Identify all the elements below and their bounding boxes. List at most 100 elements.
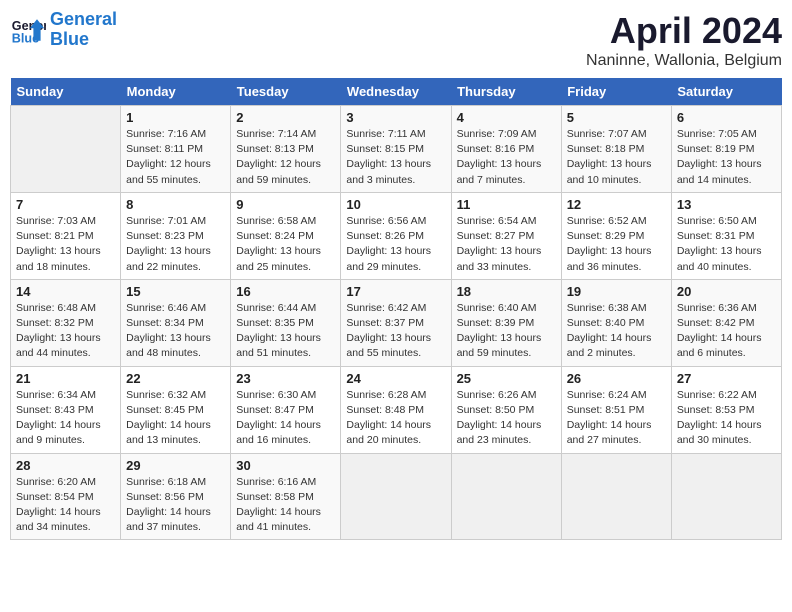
day-info: Sunrise: 6:30 AM Sunset: 8:47 PM Dayligh… <box>236 388 335 449</box>
day-number: 21 <box>16 371 115 386</box>
day-number: 4 <box>457 110 556 125</box>
subtitle: Naninne, Wallonia, Belgium <box>586 52 782 70</box>
day-info: Sunrise: 7:03 AM Sunset: 8:21 PM Dayligh… <box>16 214 115 275</box>
day-info: Sunrise: 6:56 AM Sunset: 8:26 PM Dayligh… <box>346 214 445 275</box>
day-info: Sunrise: 6:44 AM Sunset: 8:35 PM Dayligh… <box>236 301 335 362</box>
day-number: 2 <box>236 110 335 125</box>
calendar-cell: 5 Sunrise: 7:07 AM Sunset: 8:18 PM Daylig… <box>561 106 671 193</box>
day-number: 22 <box>126 371 225 386</box>
day-info: Sunrise: 7:01 AM Sunset: 8:23 PM Dayligh… <box>126 214 225 275</box>
logo: General Blue GeneralBlue <box>10 10 117 50</box>
calendar-cell: 16 Sunrise: 6:44 AM Sunset: 8:35 PM Dayli… <box>231 279 341 366</box>
day-header-sunday: Sunday <box>11 78 121 106</box>
day-number: 27 <box>677 371 776 386</box>
calendar-cell: 15 Sunrise: 6:46 AM Sunset: 8:34 PM Dayli… <box>121 279 231 366</box>
calendar-cell: 19 Sunrise: 6:38 AM Sunset: 8:40 PM Dayli… <box>561 279 671 366</box>
day-number: 25 <box>457 371 556 386</box>
title-area: April 2024 Naninne, Wallonia, Belgium <box>586 10 782 70</box>
day-info: Sunrise: 6:38 AM Sunset: 8:40 PM Dayligh… <box>567 301 666 362</box>
week-row-2: 7Sunrise: 7:03 AM Sunset: 8:21 PM Daylig… <box>11 192 782 279</box>
calendar-cell: 28Sunrise: 6:20 AM Sunset: 8:54 PM Dayli… <box>11 453 121 540</box>
day-info: Sunrise: 6:50 AM Sunset: 8:31 PM Dayligh… <box>677 214 776 275</box>
calendar-cell: 8Sunrise: 7:01 AM Sunset: 8:23 PM Daylig… <box>121 192 231 279</box>
day-info: Sunrise: 7:14 AM Sunset: 8:13 PM Dayligh… <box>236 127 335 188</box>
day-number: 30 <box>236 458 335 473</box>
calendar-cell: 12 Sunrise: 6:52 AM Sunset: 8:29 PM Dayli… <box>561 192 671 279</box>
day-info: Sunrise: 7:07 AM Sunset: 8:18 PM Dayligh… <box>567 127 666 188</box>
day-info: Sunrise: 6:42 AM Sunset: 8:37 PM Dayligh… <box>346 301 445 362</box>
day-info: Sunrise: 7:09 AM Sunset: 8:16 PM Dayligh… <box>457 127 556 188</box>
calendar-cell: 4 Sunrise: 7:09 AM Sunset: 8:16 PM Daylig… <box>451 106 561 193</box>
day-number: 18 <box>457 284 556 299</box>
day-info: Sunrise: 6:28 AM Sunset: 8:48 PM Dayligh… <box>346 388 445 449</box>
calendar-cell: 14Sunrise: 6:48 AM Sunset: 8:32 PM Dayli… <box>11 279 121 366</box>
day-number: 19 <box>567 284 666 299</box>
day-info: Sunrise: 6:26 AM Sunset: 8:50 PM Dayligh… <box>457 388 556 449</box>
day-number: 12 <box>567 197 666 212</box>
day-number: 11 <box>457 197 556 212</box>
calendar-header-row: SundayMondayTuesdayWednesdayThursdayFrid… <box>11 78 782 106</box>
main-title: April 2024 <box>586 10 782 52</box>
day-number: 6 <box>677 110 776 125</box>
day-info: Sunrise: 6:36 AM Sunset: 8:42 PM Dayligh… <box>677 301 776 362</box>
day-info: Sunrise: 6:16 AM Sunset: 8:58 PM Dayligh… <box>236 475 335 536</box>
day-header-monday: Monday <box>121 78 231 106</box>
calendar-cell: 24 Sunrise: 6:28 AM Sunset: 8:48 PM Dayli… <box>341 366 451 453</box>
calendar-cell <box>11 106 121 193</box>
calendar-cell: 23 Sunrise: 6:30 AM Sunset: 8:47 PM Dayli… <box>231 366 341 453</box>
calendar-cell: 2 Sunrise: 7:14 AM Sunset: 8:13 PM Daylig… <box>231 106 341 193</box>
day-header-thursday: Thursday <box>451 78 561 106</box>
day-info: Sunrise: 6:40 AM Sunset: 8:39 PM Dayligh… <box>457 301 556 362</box>
day-number: 3 <box>346 110 445 125</box>
day-number: 9 <box>236 197 335 212</box>
calendar-cell: 27 Sunrise: 6:22 AM Sunset: 8:53 PM Dayli… <box>671 366 781 453</box>
calendar-cell: 20 Sunrise: 6:36 AM Sunset: 8:42 PM Dayli… <box>671 279 781 366</box>
day-number: 23 <box>236 371 335 386</box>
day-number: 5 <box>567 110 666 125</box>
day-info: Sunrise: 6:48 AM Sunset: 8:32 PM Dayligh… <box>16 301 115 362</box>
week-row-1: 1Sunrise: 7:16 AM Sunset: 8:11 PM Daylig… <box>11 106 782 193</box>
calendar-cell: 11 Sunrise: 6:54 AM Sunset: 8:27 PM Dayli… <box>451 192 561 279</box>
header: General Blue GeneralBlue April 2024 Nani… <box>10 10 782 70</box>
day-number: 15 <box>126 284 225 299</box>
calendar-cell: 17 Sunrise: 6:42 AM Sunset: 8:37 PM Dayli… <box>341 279 451 366</box>
day-number: 29 <box>126 458 225 473</box>
day-info: Sunrise: 6:46 AM Sunset: 8:34 PM Dayligh… <box>126 301 225 362</box>
week-row-5: 28Sunrise: 6:20 AM Sunset: 8:54 PM Dayli… <box>11 453 782 540</box>
logo-icon: General Blue <box>10 12 46 48</box>
logo-text: GeneralBlue <box>50 10 117 50</box>
calendar-cell: 3 Sunrise: 7:11 AM Sunset: 8:15 PM Daylig… <box>341 106 451 193</box>
day-info: Sunrise: 6:52 AM Sunset: 8:29 PM Dayligh… <box>567 214 666 275</box>
day-number: 16 <box>236 284 335 299</box>
day-number: 17 <box>346 284 445 299</box>
week-row-4: 21 Sunrise: 6:34 AM Sunset: 8:43 PM Dayli… <box>11 366 782 453</box>
calendar-cell: 9 Sunrise: 6:58 AM Sunset: 8:24 PM Daylig… <box>231 192 341 279</box>
day-number: 24 <box>346 371 445 386</box>
day-info: Sunrise: 7:11 AM Sunset: 8:15 PM Dayligh… <box>346 127 445 188</box>
calendar-table: SundayMondayTuesdayWednesdayThursdayFrid… <box>10 78 782 540</box>
day-info: Sunrise: 6:20 AM Sunset: 8:54 PM Dayligh… <box>16 475 115 536</box>
week-row-3: 14Sunrise: 6:48 AM Sunset: 8:32 PM Dayli… <box>11 279 782 366</box>
calendar-cell: 10Sunrise: 6:56 AM Sunset: 8:26 PM Dayli… <box>341 192 451 279</box>
calendar-cell <box>561 453 671 540</box>
calendar-cell: 1Sunrise: 7:16 AM Sunset: 8:11 PM Daylig… <box>121 106 231 193</box>
day-info: Sunrise: 7:05 AM Sunset: 8:19 PM Dayligh… <box>677 127 776 188</box>
calendar-cell <box>341 453 451 540</box>
day-number: 1 <box>126 110 225 125</box>
calendar-cell: 6 Sunrise: 7:05 AM Sunset: 8:19 PM Daylig… <box>671 106 781 193</box>
day-info: Sunrise: 6:34 AM Sunset: 8:43 PM Dayligh… <box>16 388 115 449</box>
day-info: Sunrise: 6:24 AM Sunset: 8:51 PM Dayligh… <box>567 388 666 449</box>
calendar-cell: 25 Sunrise: 6:26 AM Sunset: 8:50 PM Dayli… <box>451 366 561 453</box>
calendar-cell: 7Sunrise: 7:03 AM Sunset: 8:21 PM Daylig… <box>11 192 121 279</box>
day-info: Sunrise: 6:22 AM Sunset: 8:53 PM Dayligh… <box>677 388 776 449</box>
calendar-cell: 18 Sunrise: 6:40 AM Sunset: 8:39 PM Dayli… <box>451 279 561 366</box>
day-number: 20 <box>677 284 776 299</box>
calendar-cell: 30 Sunrise: 6:16 AM Sunset: 8:58 PM Dayli… <box>231 453 341 540</box>
calendar-cell: 22Sunrise: 6:32 AM Sunset: 8:45 PM Dayli… <box>121 366 231 453</box>
day-header-friday: Friday <box>561 78 671 106</box>
day-info: Sunrise: 6:18 AM Sunset: 8:56 PM Dayligh… <box>126 475 225 536</box>
day-header-wednesday: Wednesday <box>341 78 451 106</box>
day-info: Sunrise: 6:58 AM Sunset: 8:24 PM Dayligh… <box>236 214 335 275</box>
day-info: Sunrise: 6:54 AM Sunset: 8:27 PM Dayligh… <box>457 214 556 275</box>
day-header-tuesday: Tuesday <box>231 78 341 106</box>
